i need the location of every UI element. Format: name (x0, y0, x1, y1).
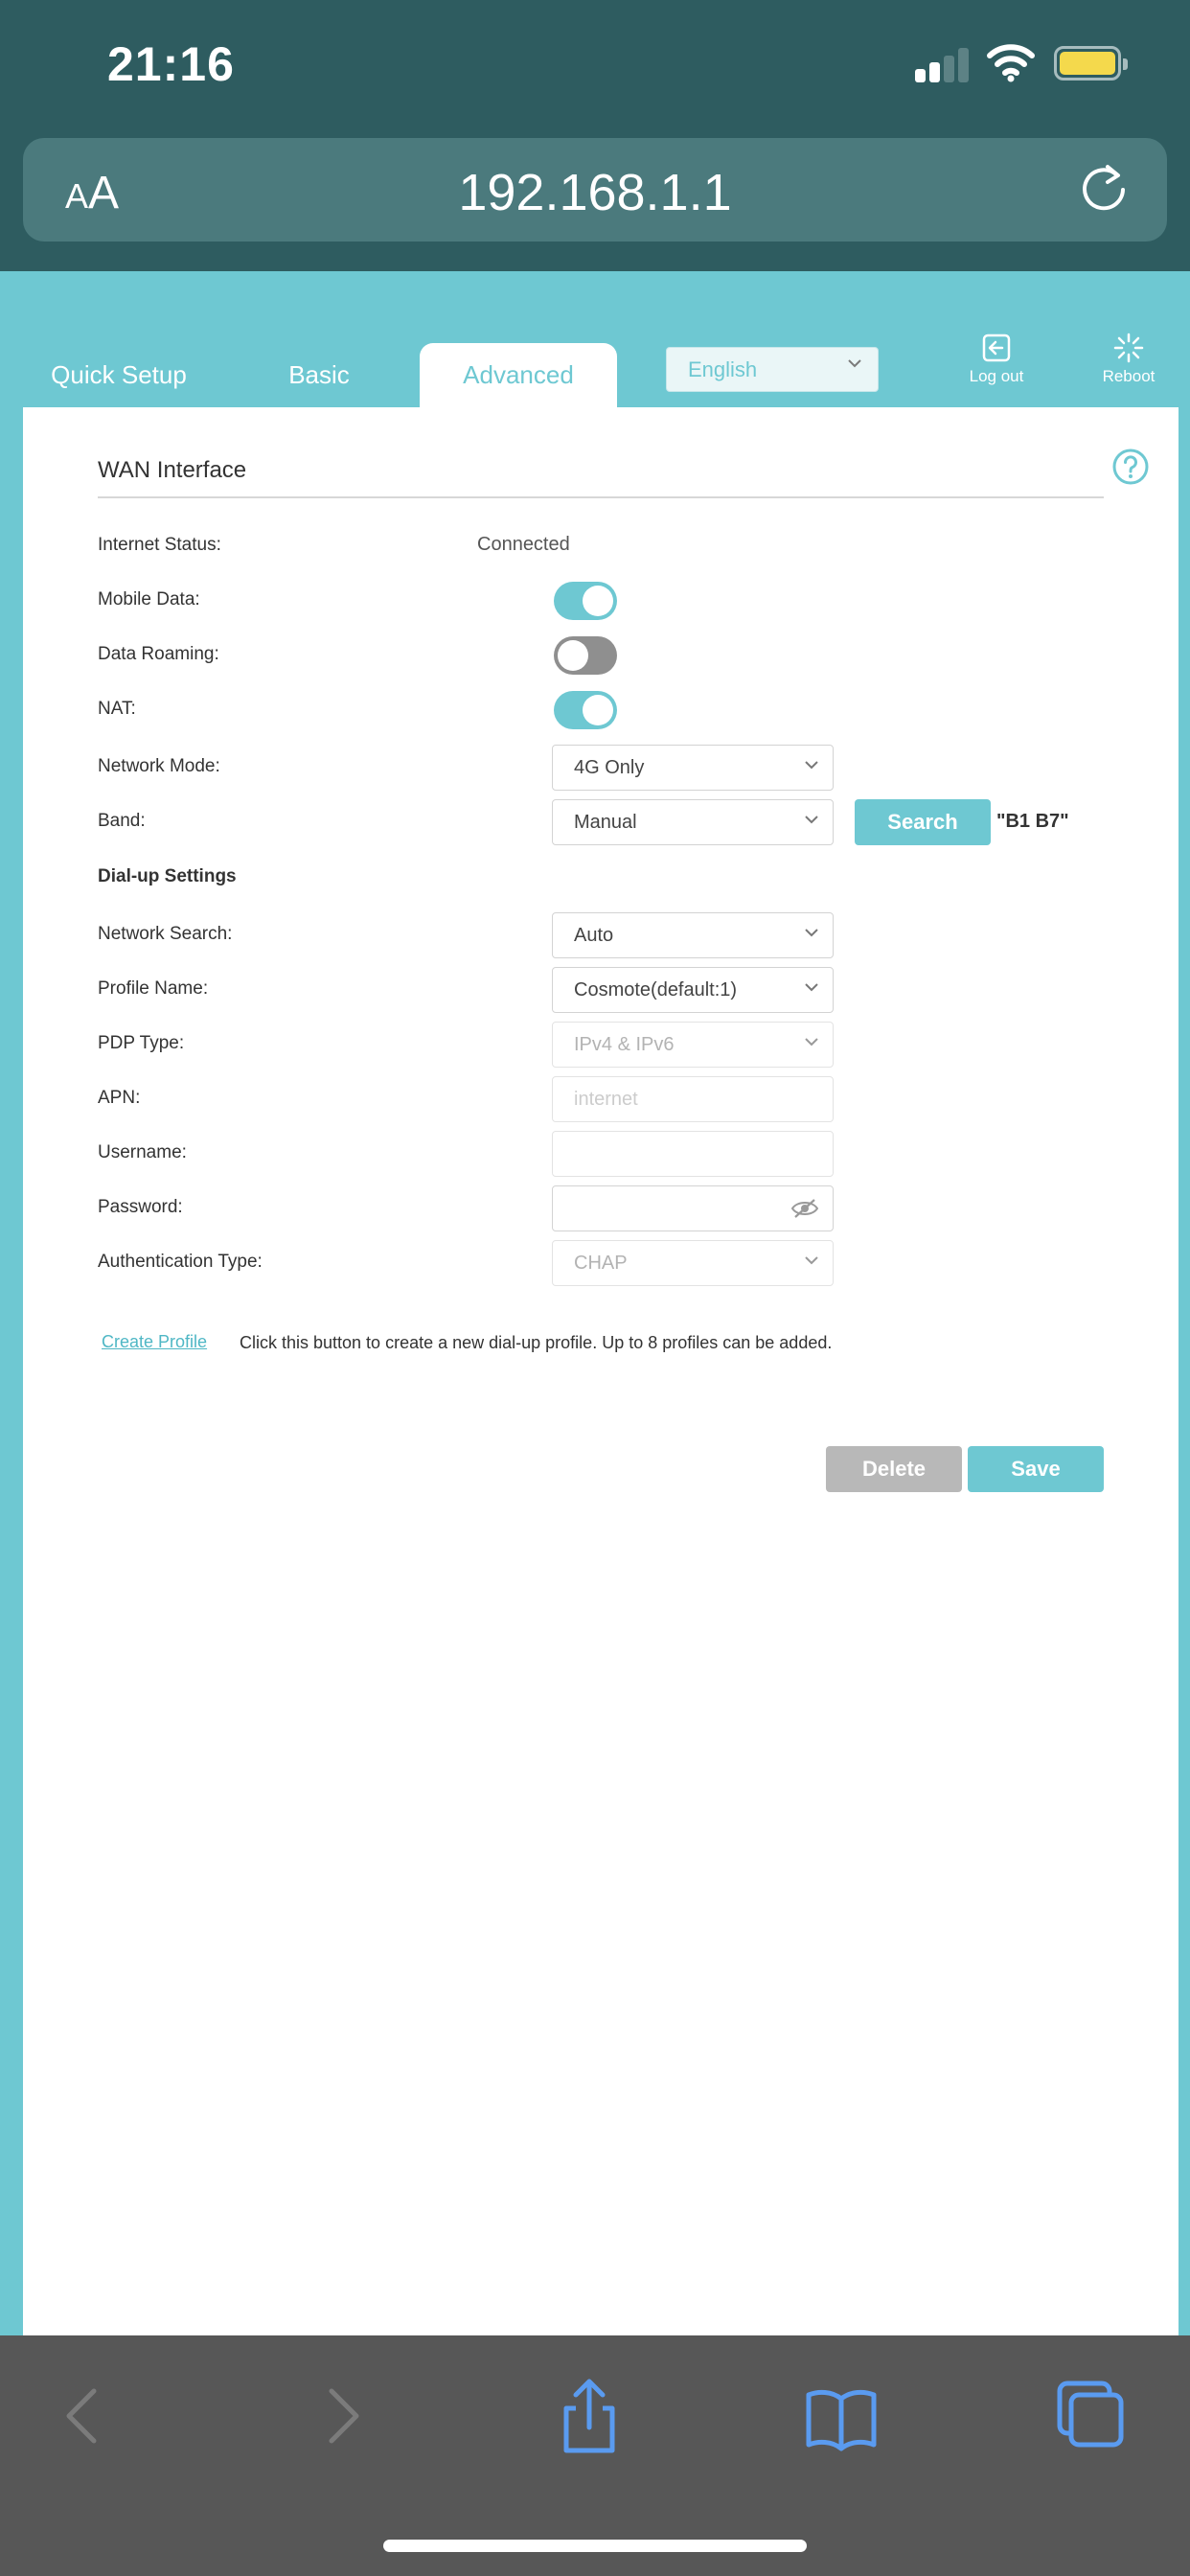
network-search-row: Network Search: Auto (98, 912, 1152, 958)
mobile-data-toggle[interactable] (554, 582, 617, 620)
network-mode-value: 4G Only (574, 757, 645, 778)
delete-button[interactable]: Delete (826, 1446, 962, 1492)
router-header: Quick Setup Basic Advanced English Log o… (0, 271, 1190, 407)
profile-name-label: Profile Name: (98, 978, 209, 999)
reload-icon[interactable] (1075, 159, 1133, 217)
nat-label: NAT: (98, 699, 136, 719)
chevron-down-icon (805, 929, 818, 937)
save-button[interactable]: Save (968, 1446, 1104, 1492)
reboot-icon (1113, 333, 1144, 363)
tab-basic[interactable]: Basic (223, 343, 415, 407)
forward-icon[interactable] (303, 2378, 379, 2454)
language-select[interactable]: English (666, 347, 879, 392)
apn-field: internet (552, 1076, 834, 1122)
mobile-data-label: Mobile Data: (98, 589, 200, 610)
apn-row: APN: internet (98, 1076, 1152, 1122)
chevron-down-icon (805, 983, 818, 992)
band-label: Band: (98, 811, 146, 831)
network-mode-row: Network Mode: 4G Only (98, 745, 1152, 791)
band-search-button[interactable]: Search (855, 799, 991, 845)
tab-quick-setup[interactable]: Quick Setup (23, 343, 215, 407)
chevron-down-icon (848, 359, 861, 368)
network-search-label: Network Search: (98, 924, 233, 944)
logout-button[interactable]: Log out (944, 333, 1049, 386)
cellular-signal-icon (915, 46, 969, 82)
internet-status-row: Internet Status: Connected (98, 523, 1152, 569)
title-divider (98, 496, 1104, 498)
band-select[interactable]: Manual (552, 799, 834, 845)
pdp-type-value: IPv4 & IPv6 (574, 1034, 675, 1055)
apn-label: APN: (98, 1088, 141, 1108)
network-mode-label: Network Mode: (98, 756, 220, 776)
apn-placeholder: internet (574, 1089, 638, 1110)
help-icon[interactable] (1111, 448, 1150, 486)
nat-row: NAT: (98, 687, 1152, 733)
nat-toggle[interactable] (554, 691, 617, 729)
status-time: 21:16 (107, 37, 235, 91)
username-label: Username: (98, 1142, 187, 1162)
profile-name-value: Cosmote(default:1) (574, 979, 738, 1000)
tab-advanced[interactable]: Advanced (420, 343, 617, 407)
logout-icon (982, 334, 1011, 362)
mobile-data-row: Mobile Data: (98, 578, 1152, 624)
share-icon[interactable] (551, 2378, 628, 2454)
internet-status-value: Connected (477, 534, 570, 555)
reboot-label: Reboot (1102, 367, 1156, 385)
home-indicator (383, 2540, 807, 2552)
username-row: Username: (98, 1131, 1152, 1177)
dialup-settings-heading: Dial-up Settings (98, 866, 237, 886)
pdp-type-row: PDP Type: IPv4 & IPv6 (98, 1022, 1152, 1068)
pdp-type-label: PDP Type: (98, 1033, 185, 1053)
data-roaming-label: Data Roaming: (98, 644, 219, 664)
auth-type-value: CHAP (574, 1253, 628, 1274)
wan-settings-panel: WAN Interface Internet Status: Connected… (23, 407, 1179, 2335)
create-profile-note: Click this button to create a new dial-u… (240, 1333, 833, 1352)
bookmarks-icon[interactable] (803, 2378, 880, 2454)
wifi-icon (987, 44, 1035, 82)
reboot-button[interactable]: Reboot (1076, 333, 1181, 386)
band-selection-note: "B1 B7" (996, 811, 1069, 832)
chevron-down-icon (805, 816, 818, 824)
tabs-icon[interactable] (1052, 2378, 1129, 2454)
data-roaming-toggle[interactable] (554, 636, 617, 675)
language-value: English (688, 357, 758, 381)
address-bar[interactable]: AA 192.168.1.1 (23, 138, 1167, 242)
url-text[interactable]: 192.168.1.1 (23, 163, 1167, 222)
page-title: WAN Interface (98, 457, 247, 483)
network-search-value: Auto (574, 925, 614, 946)
internet-status-label: Internet Status: (98, 535, 221, 555)
auth-type-select: CHAP (552, 1240, 834, 1286)
logout-label: Log out (969, 367, 1024, 385)
create-profile-link[interactable]: Create Profile (102, 1332, 207, 1352)
password-row: Password: (98, 1185, 1152, 1231)
auth-type-label: Authentication Type: (98, 1252, 263, 1272)
eye-off-icon[interactable] (790, 1198, 819, 1219)
password-label: Password: (98, 1197, 183, 1217)
chevron-down-icon (805, 1038, 818, 1046)
network-mode-select[interactable]: 4G Only (552, 745, 834, 791)
password-field[interactable] (552, 1185, 834, 1231)
profile-name-row: Profile Name: Cosmote(default:1) (98, 967, 1152, 1013)
band-value: Manual (574, 812, 637, 833)
back-icon[interactable] (46, 2378, 123, 2454)
band-row: Band: Manual Search "B1 B7" (98, 799, 1152, 845)
network-search-select[interactable]: Auto (552, 912, 834, 958)
data-roaming-row: Data Roaming: (98, 632, 1152, 678)
pdp-type-select: IPv4 & IPv6 (552, 1022, 834, 1068)
username-field (552, 1131, 834, 1177)
chevron-down-icon (805, 761, 818, 770)
profile-name-select[interactable]: Cosmote(default:1) (552, 967, 834, 1013)
auth-type-row: Authentication Type: CHAP (98, 1240, 1152, 1286)
status-bar: 21:16 AA 192.168.1.1 (0, 0, 1190, 271)
chevron-down-icon (805, 1256, 818, 1265)
battery-icon (1054, 46, 1128, 80)
